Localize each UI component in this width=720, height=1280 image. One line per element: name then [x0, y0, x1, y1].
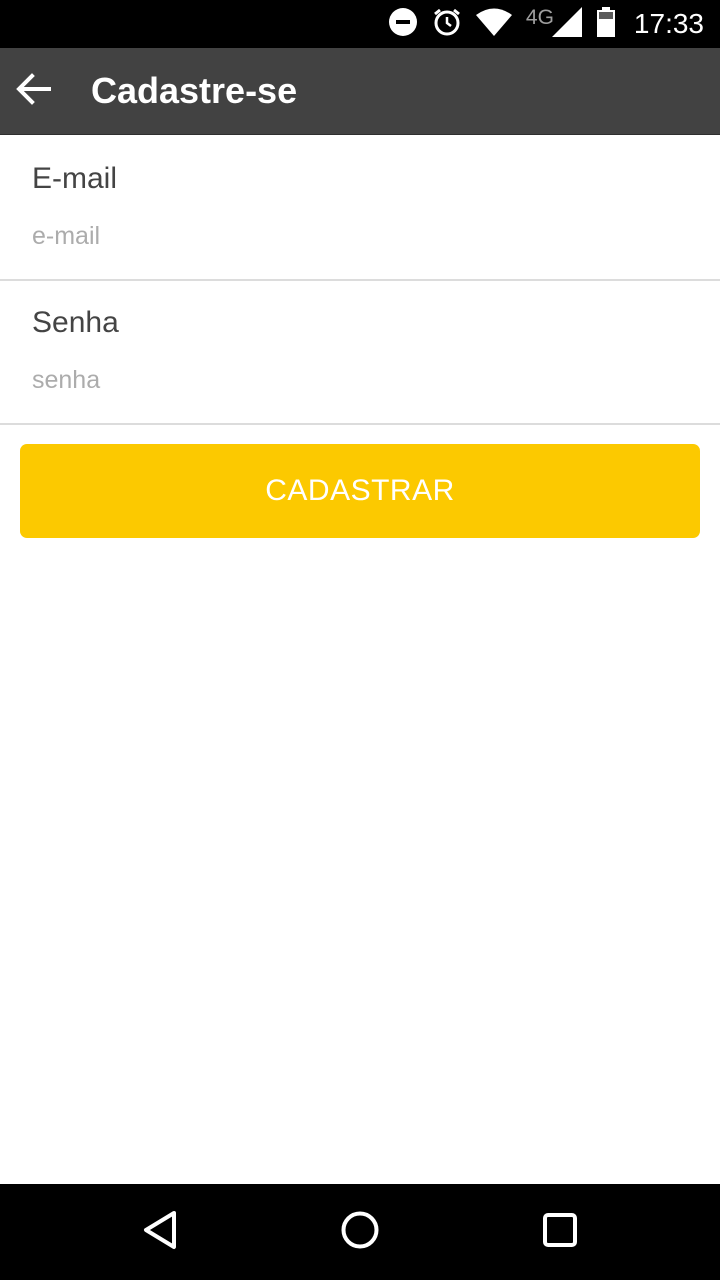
- status-icons: 4G 17:33: [374, 0, 704, 48]
- network-type-label: 4G: [525, 6, 560, 40]
- do-not-disturb-icon: [388, 7, 418, 42]
- page-title: Cadastre-se: [91, 70, 298, 111]
- senha-label: Senha: [32, 306, 119, 339]
- nav-back-button[interactable]: [136, 1208, 184, 1256]
- nav-home-icon: [340, 1210, 380, 1255]
- wifi-icon: [475, 8, 512, 41]
- nav-back-icon: [140, 1209, 180, 1256]
- nav-recents-button[interactable]: [536, 1208, 584, 1256]
- back-button[interactable]: [8, 66, 58, 116]
- network-type-text: 4G: [525, 6, 554, 29]
- senha-input[interactable]: [32, 358, 692, 402]
- status-bar: 4G 17:33: [0, 0, 720, 48]
- alarm-icon: [432, 7, 462, 42]
- app-bar: Cadastre-se: [0, 48, 720, 135]
- system-nav-bar: [0, 1184, 720, 1280]
- arrow-back-icon: [15, 72, 51, 110]
- status-time: 17:33: [633, 8, 704, 39]
- signup-screen: 4G 17:33 Cadastre-se E-mail e-mail Senha…: [0, 0, 720, 1280]
- email-label: E-mail: [32, 162, 118, 195]
- cadastrar-button[interactable]: CADASTRAR: [20, 444, 700, 538]
- email-input[interactable]: [32, 214, 692, 258]
- nav-recents-icon: [542, 1212, 578, 1253]
- senha-field-group: Senha: [0, 280, 720, 425]
- email-field-group: E-mail: [0, 136, 720, 281]
- battery-icon: [596, 6, 616, 42]
- nav-home-button[interactable]: [336, 1208, 384, 1256]
